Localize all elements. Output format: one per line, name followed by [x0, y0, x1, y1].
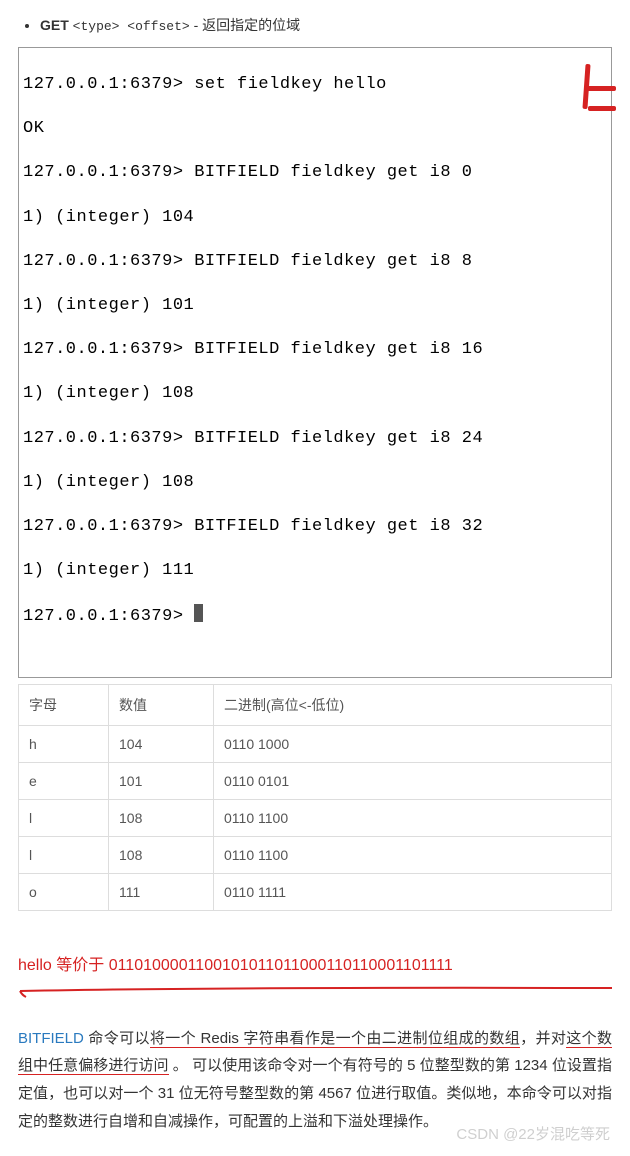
cell-letter: l [19, 799, 109, 836]
cell-value: 111 [109, 873, 214, 910]
bitfield-link[interactable]: BITFIELD [18, 1030, 84, 1047]
description-paragraph: BITFIELD 命令可以将一个 Redis 字符串看作是一个由二进制位组成的数… [18, 1025, 612, 1136]
cell-letter: o [19, 873, 109, 910]
para-text: 命令可以 [84, 1030, 150, 1047]
cell-value: 108 [109, 799, 214, 836]
para-text: ，并对 [520, 1030, 566, 1047]
code-line: 127.0.0.1:6379> BITFIELD fieldkey get i8… [23, 162, 607, 184]
cell-letter: e [19, 762, 109, 799]
table-row: e 101 0110 0101 [19, 762, 612, 799]
equivalence-text: hello 等价于 011010000110010101101100011011… [18, 951, 612, 975]
code-line: 127.0.0.1:6379> [23, 604, 607, 628]
red-underline-svg [18, 985, 612, 999]
code-line: 1) (integer) 108 [23, 472, 607, 494]
th-value: 数值 [109, 684, 214, 725]
code-line: 127.0.0.1:6379> BITFIELD fieldkey get i8… [23, 516, 607, 538]
code-line: 127.0.0.1:6379> BITFIELD fieldkey get i8… [23, 251, 607, 273]
cell-binary: 0110 0101 [214, 762, 612, 799]
code-line: 1) (integer) 101 [23, 295, 607, 317]
para-underline: 将一个 Redis 字符串看作是一个由二进制位组成的数组 [150, 1030, 520, 1048]
cell-binary: 0110 1100 [214, 799, 612, 836]
cell-value: 108 [109, 836, 214, 873]
code-line: 1) (integer) 108 [23, 383, 607, 405]
cell-binary: 0110 1100 [214, 836, 612, 873]
table-row: h 104 0110 1000 [19, 725, 612, 762]
table-row: o 111 0110 1111 [19, 873, 612, 910]
code-line: OK [23, 118, 607, 140]
code-line: 127.0.0.1:6379> BITFIELD fieldkey get i8… [23, 428, 607, 450]
cell-value: 101 [109, 762, 214, 799]
table-row: l 108 0110 1100 [19, 836, 612, 873]
code-line: 127.0.0.1:6379> BITFIELD fieldkey get i8… [23, 339, 607, 361]
terminal-cursor [194, 604, 203, 622]
command-spec: GET <type> <offset> - 返回指定的位域 [18, 15, 612, 35]
cell-letter: h [19, 725, 109, 762]
th-letter: 字母 [19, 684, 109, 725]
cell-binary: 0110 1111 [214, 873, 612, 910]
code-line: 1) (integer) 111 [23, 560, 607, 582]
cmd-name: GET [40, 17, 69, 33]
code-line: 127.0.0.1:6379> set fieldkey hello [23, 74, 607, 96]
th-binary: 二进制(高位<-低位) [214, 684, 612, 725]
watermark: CSDN @22岁混吃等死 [456, 1123, 610, 1144]
table-header-row: 字母 数值 二进制(高位<-低位) [19, 684, 612, 725]
table-row: l 108 0110 1100 [19, 799, 612, 836]
cell-value: 104 [109, 725, 214, 762]
cell-binary: 0110 1000 [214, 725, 612, 762]
binary-table: 字母 数值 二进制(高位<-低位) h 104 0110 1000 e 101 … [18, 684, 612, 911]
command-spec-item: GET <type> <offset> - 返回指定的位域 [40, 15, 612, 35]
cmd-desc: - 返回指定的位域 [190, 17, 300, 33]
terminal-codeblock: 127.0.0.1:6379> set fieldkey hello OK 12… [18, 47, 612, 678]
cmd-args: <type> <offset> [73, 19, 190, 34]
cell-letter: l [19, 836, 109, 873]
code-line: 1) (integer) 104 [23, 207, 607, 229]
